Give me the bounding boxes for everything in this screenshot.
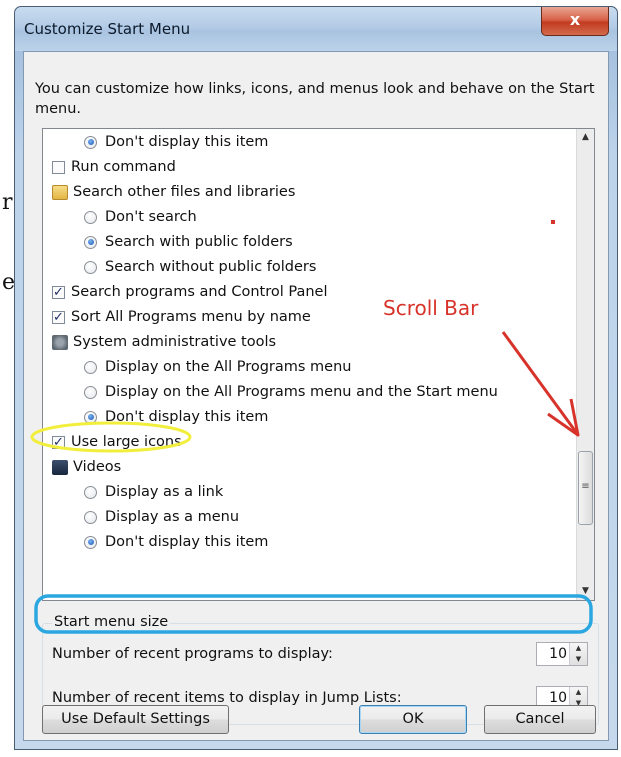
radio-button[interactable] (84, 235, 97, 249)
scroll-up-arrow-icon[interactable]: ▲ (577, 129, 594, 146)
checkbox-option[interactable]: ✓ Use large icons (52, 430, 182, 454)
option-label: Sort All Programs menu by name (71, 309, 311, 325)
jump-list-items-value[interactable]: 10 (549, 690, 567, 706)
thumb-grip-icon: ≡ (581, 481, 590, 492)
option-label: Don't display this item (105, 409, 269, 425)
option-label: System administrative tools (73, 334, 277, 350)
cancel-button[interactable]: Cancel (484, 705, 596, 734)
radio-button[interactable] (84, 210, 97, 224)
radio-option[interactable]: Display as a menu (84, 505, 239, 529)
scroll-down-arrow-icon[interactable]: ▼ (577, 583, 594, 600)
close-button[interactable]: x (541, 7, 609, 36)
use-default-settings-button[interactable]: Use Default Settings (42, 705, 229, 734)
spin-down-icon[interactable]: ▼ (570, 654, 587, 665)
option-label: Display on the All Programs menu (105, 359, 352, 375)
option-label: Don't display this item (105, 534, 269, 550)
start-menu-size-label: Start menu size (52, 614, 171, 630)
radio-option[interactable]: Don't search (84, 205, 197, 229)
spinner-buttons[interactable]: ▲ ▼ (569, 643, 587, 665)
folder-icon (52, 184, 68, 200)
spin-up-icon[interactable]: ▲ (570, 687, 587, 698)
recent-programs-row: Number of recent programs to display: 10… (52, 642, 592, 668)
title-bar[interactable]: Customize Start Menu x (15, 7, 617, 51)
start-menu-options-list[interactable]: Don't display this item Run command Search… (42, 128, 595, 601)
radio-option[interactable]: Don't display this item (84, 130, 268, 154)
list-group-header: Search other files and libraries (52, 180, 295, 204)
scroll-bar-annotation: Scroll Bar (383, 296, 479, 320)
checkbox-option[interactable]: ✓ Sort All Programs menu by name (52, 305, 311, 329)
recent-programs-value[interactable]: 10 (549, 646, 567, 662)
option-label: Run command (71, 159, 176, 175)
spin-up-icon[interactable]: ▲ (570, 643, 587, 654)
radio-option[interactable]: Don't display this item (84, 405, 268, 429)
scroll-thumb[interactable]: ≡ (578, 451, 593, 525)
radio-option[interactable]: Don't display this item (84, 530, 268, 554)
radio-option[interactable]: Display on the All Programs menu and the… (84, 380, 498, 404)
close-icon: x (569, 10, 581, 29)
checkbox-option[interactable]: ✓ Search programs and Control Panel (52, 280, 328, 304)
recent-programs-label: Number of recent programs to display: (52, 646, 333, 662)
radio-option[interactable]: Search without public folders (84, 255, 316, 279)
radio-button[interactable] (84, 385, 97, 399)
ok-button[interactable]: OK (359, 705, 467, 734)
option-label: Use large icons (71, 434, 182, 450)
option-label: Search other files and libraries (73, 184, 296, 200)
jump-list-items-label: Number of recent items to display in Jum… (52, 690, 402, 706)
checkbox[interactable]: ✓ (52, 310, 65, 324)
vertical-scrollbar[interactable]: ▲ ≡ ▼ (576, 129, 594, 600)
checkbox-option[interactable]: Run command (52, 155, 176, 179)
checkbox[interactable]: ✓ (52, 285, 65, 299)
option-label: Videos (73, 459, 122, 475)
checkbox[interactable]: ✓ (52, 435, 65, 449)
option-label: Search programs and Control Panel (71, 284, 328, 300)
radio-button[interactable] (84, 360, 97, 374)
page-fragment-r: r (2, 190, 13, 215)
radio-button[interactable] (84, 260, 97, 274)
video-icon (52, 459, 68, 475)
dialog-body: You can customize how links, icons, and … (23, 51, 609, 741)
radio-button[interactable] (84, 510, 97, 524)
recent-programs-spinner[interactable]: 10 ▲ ▼ (536, 642, 588, 666)
radio-button[interactable] (84, 535, 97, 549)
radio-option[interactable]: Display on the All Programs menu (84, 355, 352, 379)
customize-start-menu-dialog: Customize Start Menu x You can customize… (14, 6, 618, 750)
option-label: Search with public folders (105, 234, 293, 250)
radio-button[interactable] (84, 485, 97, 499)
window-title: Customize Start Menu (24, 20, 191, 38)
intro-text: You can customize how links, icons, and … (35, 81, 595, 117)
radio-button[interactable] (84, 135, 97, 149)
option-label: Don't search (105, 209, 197, 225)
admin-tools-icon (52, 334, 68, 350)
option-label: Display on the All Programs menu and the… (105, 384, 498, 400)
radio-button[interactable] (84, 410, 97, 424)
option-label: Don't display this item (105, 134, 269, 150)
radio-option[interactable]: Display as a link (84, 480, 223, 504)
option-label: Search without public folders (105, 259, 317, 275)
list-group-header: System administrative tools (52, 330, 276, 354)
option-label: Display as a link (105, 484, 224, 500)
checkbox[interactable] (52, 160, 65, 174)
radio-option[interactable]: Search with public folders (84, 230, 293, 254)
option-label: Display as a menu (105, 509, 240, 525)
list-group-header: Videos (52, 455, 121, 479)
